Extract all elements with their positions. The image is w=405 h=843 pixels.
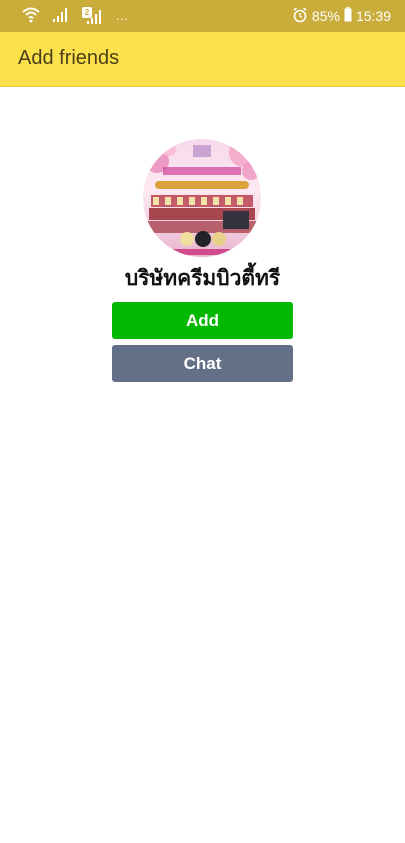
status-left: 2 ...	[22, 6, 129, 26]
notification-overflow: ...	[116, 9, 130, 23]
signal-icon	[52, 7, 70, 26]
signal-sim2-icon: 2	[82, 7, 104, 25]
page-title: Add friends	[18, 47, 120, 69]
wifi-icon	[22, 7, 40, 26]
status-bar: 2 ... 85% 15:39	[0, 0, 405, 32]
profile-name: บริษัทครีมบิวตี้ทรี	[124, 266, 281, 290]
add-friend-button[interactable]: Add	[112, 302, 293, 339]
battery-percent: 85%	[311, 8, 340, 24]
app-header: Add friends	[0, 32, 405, 87]
chat-button-label: Chat	[183, 353, 222, 373]
clock: 15:39	[355, 8, 391, 24]
avatar[interactable]	[143, 139, 261, 257]
brand-avatar-image	[143, 139, 261, 257]
battery-icon	[344, 7, 352, 25]
status-right: 85% 15:39	[292, 6, 391, 26]
alarm-icon	[292, 6, 308, 26]
chat-button[interactable]: Chat	[112, 345, 293, 382]
add-button-label: Add	[185, 310, 220, 330]
